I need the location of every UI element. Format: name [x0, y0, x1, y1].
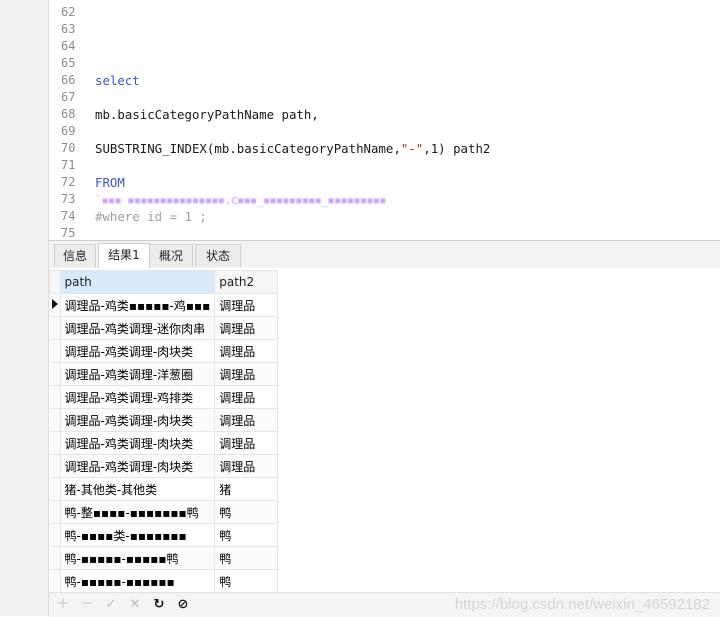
- row-indicator: [49, 431, 61, 455]
- row-indicator: [49, 316, 61, 340]
- cell-path2[interactable]: 调理品: [214, 293, 279, 317]
- line-number: 71: [61, 158, 76, 172]
- row-indicator: [49, 385, 61, 409]
- line-number: 70: [61, 141, 76, 155]
- apply-changes-icon[interactable]: ✓: [103, 597, 119, 613]
- cell-path[interactable]: 调理品-鸡类调理-洋葱圈: [59, 362, 216, 386]
- cell-path2[interactable]: 鸭: [214, 500, 279, 524]
- table-row[interactable]: 调理品-鸡类调理-肉块类 调理品: [49, 431, 279, 455]
- table-row[interactable]: 鸭-▪▪▪▪▪-▪▪▪▪▪▪ 鸭: [49, 569, 279, 593]
- watermark-text: https://blog.csdn.net/weixin_46592182: [454, 596, 710, 613]
- code-line[interactable]: #where id = 1 ;: [95, 208, 207, 225]
- result-grid-area: path path2 调理品-鸡类▪▪▪▪▪-鸡▪▪▪ 调理品 调理品-鸡类调理-迷…: [49, 268, 720, 593]
- stop-icon[interactable]: ⊘: [175, 597, 191, 613]
- line-number: 62: [61, 5, 76, 19]
- cell-path[interactable]: 鸭-▪▪▪▪▪-▪▪▪▪▪▪: [59, 569, 216, 593]
- sql-editor[interactable]: 62 63 64 65 66 select 67 68 mb.basicCategoryPath…: [49, 0, 720, 240]
- cell-path[interactable]: 调理品-鸡类调理-肉块类: [59, 454, 216, 478]
- cell-path[interactable]: 调理品-鸡类调理-迷你肉串: [59, 316, 216, 340]
- row-indicator: [49, 362, 61, 386]
- cell-path2[interactable]: 鸭: [214, 569, 279, 593]
- cell-path2[interactable]: 调理品: [214, 408, 279, 432]
- cell-path[interactable]: 调理品-鸡类▪▪▪▪▪-鸡▪▪▪: [59, 293, 216, 317]
- table-row[interactable]: 调理品-鸡类调理-鸡排类 调理品: [49, 385, 279, 409]
- cell-path[interactable]: 调理品-鸡类调理-鸡排类: [59, 385, 216, 409]
- cell-path2[interactable]: 鸭: [214, 546, 279, 570]
- row-indicator: [49, 569, 61, 593]
- row-indicator: [49, 500, 61, 524]
- discard-changes-icon[interactable]: ✕: [127, 597, 143, 613]
- add-record-icon[interactable]: ＋: [55, 597, 71, 613]
- code-line[interactable]: FROM: [95, 174, 125, 191]
- cell-path[interactable]: 调理品-鸡类调理-肉块类: [59, 339, 216, 363]
- table-row[interactable]: 调理品-鸡类▪▪▪▪▪-鸡▪▪▪ 调理品: [49, 293, 279, 317]
- code-line[interactable]: `▪▪▪ ▪▪▪▪▪▪▪▪▪▪▪▪▪▪▪.c▪▪▪_▪▪▪▪▪▪▪▪▪_▪▪▪▪…: [95, 191, 387, 208]
- table-row[interactable]: 调理品-鸡类调理-洋葱圈 调理品: [49, 362, 279, 386]
- table-row[interactable]: 调理品-鸡类调理-肉块类 调理品: [49, 408, 279, 432]
- cell-path[interactable]: 鸭-▪▪▪▪类-▪▪▪▪▪▪▪: [59, 523, 216, 547]
- cell-path2[interactable]: 调理品: [214, 431, 279, 455]
- cell-path[interactable]: 鸭-▪▪▪▪▪-▪▪▪▪▪鸭: [59, 546, 216, 570]
- cell-path2[interactable]: 调理品: [214, 454, 279, 478]
- cell-path2[interactable]: 鸭: [214, 523, 279, 547]
- table-row[interactable]: 调理品-鸡类调理-肉块类 调理品: [49, 339, 279, 363]
- table-row[interactable]: 猪-其他类-其他类猪: [49, 477, 279, 501]
- column-header-path2[interactable]: path2: [214, 270, 279, 294]
- line-number: 75: [61, 226, 76, 240]
- tab-info[interactable]: 信息: [54, 244, 96, 267]
- code-line[interactable]: mb.basicCategoryPathName path,: [95, 106, 319, 123]
- line-number: 73: [61, 192, 76, 206]
- line-number: 72: [61, 175, 76, 189]
- table-row[interactable]: 调理品-鸡类调理-迷你肉串 调理品: [49, 316, 279, 340]
- row-indicator: [49, 546, 61, 570]
- window-left-edge: [0, 0, 49, 616]
- table-row[interactable]: 调理品-鸡类调理-肉块类 调理品: [49, 454, 279, 478]
- cell-path2[interactable]: 调理品: [214, 316, 279, 340]
- line-number: 74: [61, 209, 76, 223]
- cell-path2[interactable]: 调理品: [214, 362, 279, 386]
- grid-toolbar: ＋ － ✓ ✕ ↻ ⊘ https://blog.csdn.net/weixin…: [49, 592, 720, 617]
- line-number: 69: [61, 124, 76, 138]
- line-number: 63: [61, 22, 76, 36]
- cell-path[interactable]: 猪-其他类-其他类: [59, 477, 216, 501]
- line-number: 67: [61, 90, 76, 104]
- column-header-path[interactable]: path: [59, 270, 216, 294]
- row-indicator: [49, 339, 61, 363]
- code-line[interactable]: SUBSTRING_INDEX(mb.basicCategoryPathName…: [95, 140, 490, 157]
- line-number: 64: [61, 39, 76, 53]
- row-indicator: [49, 293, 61, 317]
- result-grid[interactable]: path path2 调理品-鸡类▪▪▪▪▪-鸡▪▪▪ 调理品 调理品-鸡类调理-迷…: [49, 270, 279, 593]
- result-tabbar: 信息 结果1 概况 状态: [49, 240, 720, 269]
- tab-profile[interactable]: 概况: [149, 244, 193, 267]
- row-indicator: [49, 408, 61, 432]
- line-number: 68: [61, 107, 76, 121]
- current-row-arrow-icon: [51, 299, 58, 309]
- tab-status[interactable]: 状态: [195, 244, 241, 267]
- tab-result1[interactable]: 结果1: [98, 243, 150, 268]
- cell-path2[interactable]: 猪: [214, 477, 279, 501]
- row-indicator: [49, 477, 61, 501]
- row-indicator-header: [49, 270, 61, 294]
- cell-path[interactable]: 鸭-整▪▪▪▪-▪▪▪▪▪▪▪鸭: [59, 500, 216, 524]
- row-indicator: [49, 523, 61, 547]
- refresh-icon[interactable]: ↻: [151, 597, 167, 613]
- table-row[interactable]: 鸭-整▪▪▪▪-▪▪▪▪▪▪▪鸭鸭: [49, 500, 279, 524]
- table-row[interactable]: 鸭-▪▪▪▪类-▪▪▪▪▪▪▪ 鸭: [49, 523, 279, 547]
- row-indicator: [49, 454, 61, 478]
- delete-record-icon[interactable]: －: [79, 597, 95, 613]
- cell-path[interactable]: 调理品-鸡类调理-肉块类: [59, 408, 216, 432]
- table-row[interactable]: 鸭-▪▪▪▪▪-▪▪▪▪▪鸭鸭: [49, 546, 279, 570]
- cell-path[interactable]: 调理品-鸡类调理-肉块类: [59, 431, 216, 455]
- code-line[interactable]: select: [95, 72, 140, 89]
- cell-path2[interactable]: 调理品: [214, 339, 279, 363]
- line-number: 65: [61, 56, 76, 70]
- line-number: 66: [61, 73, 76, 87]
- cell-path2[interactable]: 调理品: [214, 385, 279, 409]
